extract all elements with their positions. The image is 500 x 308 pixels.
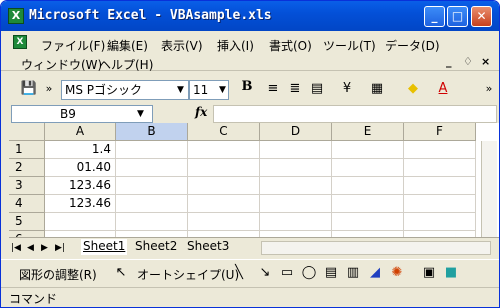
cell-a3[interactable]: 123.46 (45, 177, 116, 195)
column-header-a[interactable]: A (45, 123, 116, 141)
column-header-e[interactable]: E (332, 123, 404, 141)
vertical-textbox-icon[interactable]: ▥ (345, 265, 361, 281)
column-e-cells[interactable] (332, 141, 404, 237)
column-c-cells[interactable] (188, 141, 260, 237)
clip-art-icon[interactable]: ▣ (421, 265, 437, 281)
font-name-dropdown-icon[interactable]: ▼ (177, 80, 184, 100)
font-color-icon[interactable]: A (433, 79, 453, 99)
column-header-b[interactable]: B (116, 123, 188, 141)
font-size-dropdown-icon[interactable]: ▼ (219, 80, 226, 100)
status-text: コマンド (9, 292, 58, 306)
autoshapes-button[interactable]: オートシェイプ(U) (137, 266, 239, 283)
select-all-corner[interactable] (9, 123, 45, 141)
draw-menu-button[interactable]: 図形の調整(R) (19, 266, 97, 283)
wordart-icon[interactable]: ◢ (367, 265, 383, 281)
save-icon[interactable]: 💾 (19, 79, 39, 99)
name-box-dropdown-icon[interactable]: ▼ (137, 105, 144, 123)
select-objects-icon[interactable]: ↖ (113, 265, 129, 281)
bold-button[interactable]: B (237, 79, 257, 99)
column-b-cells[interactable] (116, 141, 188, 237)
menu-tools[interactable]: ツール(T) (323, 37, 376, 54)
horizontal-scrollbar[interactable] (261, 241, 491, 255)
arrow-icon[interactable]: ↘ (257, 265, 273, 281)
font-name-select[interactable]: MS Pゴシック (61, 80, 189, 100)
row-header[interactable]: 2 (9, 159, 45, 177)
menu-edit[interactable]: 編集(E) (107, 37, 148, 54)
worksheet-grid[interactable]: A B C D E F 1 1.4 2 01.40 3 123.46 4 123… (9, 123, 499, 237)
doc-restore-button[interactable]: ♢ (463, 55, 473, 68)
textbox-icon[interactable]: ▤ (323, 265, 339, 281)
row-header[interactable]: 5 (9, 213, 45, 231)
menu-help[interactable]: ヘルプ(H) (99, 56, 153, 73)
window-title: Microsoft Excel - VBAsample.xls (29, 8, 272, 23)
borders-icon[interactable]: ▦ (367, 79, 387, 99)
menu-insert[interactable]: 挿入(I) (217, 37, 254, 54)
column-f-cells[interactable] (404, 141, 476, 237)
menu-format[interactable]: 書式(O) (269, 37, 312, 54)
excel-app-icon[interactable]: X (8, 8, 24, 24)
oval-icon[interactable]: ◯ (301, 265, 317, 281)
doc-minimize-button[interactable]: _ (446, 55, 452, 68)
formula-input[interactable] (213, 105, 497, 123)
menu-view[interactable]: 表示(V) (161, 37, 203, 54)
maximize-button[interactable]: □ (447, 6, 468, 27)
last-sheet-icon[interactable]: ▶| (55, 241, 65, 255)
next-sheet-icon[interactable]: ▶ (41, 241, 48, 255)
diagram-icon[interactable]: ✺ (389, 265, 405, 281)
status-bar (1, 287, 499, 307)
vertical-scrollbar[interactable] (481, 141, 497, 237)
line-icon[interactable]: ╲ (231, 265, 247, 281)
column-header-d[interactable]: D (260, 123, 332, 141)
doc-close-button[interactable]: × (481, 55, 490, 68)
tab-sheet1[interactable]: Sheet1 (81, 239, 128, 255)
menu-window[interactable]: ウィンドウ(W) (21, 56, 102, 73)
name-box[interactable]: B9 (11, 105, 153, 123)
currency-icon[interactable]: ¥ (337, 79, 357, 99)
row-header[interactable]: 3 (9, 177, 45, 195)
cell-a4[interactable]: 123.46 (45, 195, 116, 213)
insert-picture-icon[interactable]: ■ (443, 265, 459, 281)
menu-data[interactable]: データ(D) (385, 37, 440, 54)
fill-color-icon[interactable]: ◆ (403, 79, 423, 99)
toolbar-more-icon[interactable]: » (39, 79, 59, 99)
column-header-c[interactable]: C (188, 123, 260, 141)
tab-sheet2[interactable]: Sheet2 (135, 239, 177, 255)
minimize-button[interactable]: _ (424, 6, 445, 27)
workbook-icon[interactable]: X (13, 35, 27, 49)
toolbar-overflow-icon[interactable]: » (479, 79, 499, 99)
prev-sheet-icon[interactable]: ◀ (27, 241, 34, 255)
excel-window: X Microsoft Excel - VBAsample.xls _ □ ✕ … (0, 0, 500, 308)
cell-a2[interactable]: 01.40 (45, 159, 116, 177)
column-d-cells[interactable] (260, 141, 332, 237)
tab-sheet3[interactable]: Sheet3 (187, 239, 229, 255)
cell-a1[interactable]: 1.4 (45, 141, 116, 159)
cell-a5[interactable] (45, 213, 116, 231)
rectangle-icon[interactable]: ▭ (279, 265, 295, 281)
menu-file[interactable]: ファイル(F) (41, 37, 105, 54)
align-center-icon[interactable]: ≣ (285, 79, 305, 99)
row-header[interactable]: 4 (9, 195, 45, 213)
close-button[interactable]: ✕ (471, 6, 492, 27)
column-header-f[interactable]: F (404, 123, 476, 141)
first-sheet-icon[interactable]: |◀ (11, 241, 21, 255)
row-header[interactable]: 1 (9, 141, 45, 159)
insert-function-button[interactable]: fx (195, 105, 207, 119)
merge-center-icon[interactable]: ▤ (307, 79, 327, 99)
align-left-icon[interactable]: ≡ (263, 79, 283, 99)
